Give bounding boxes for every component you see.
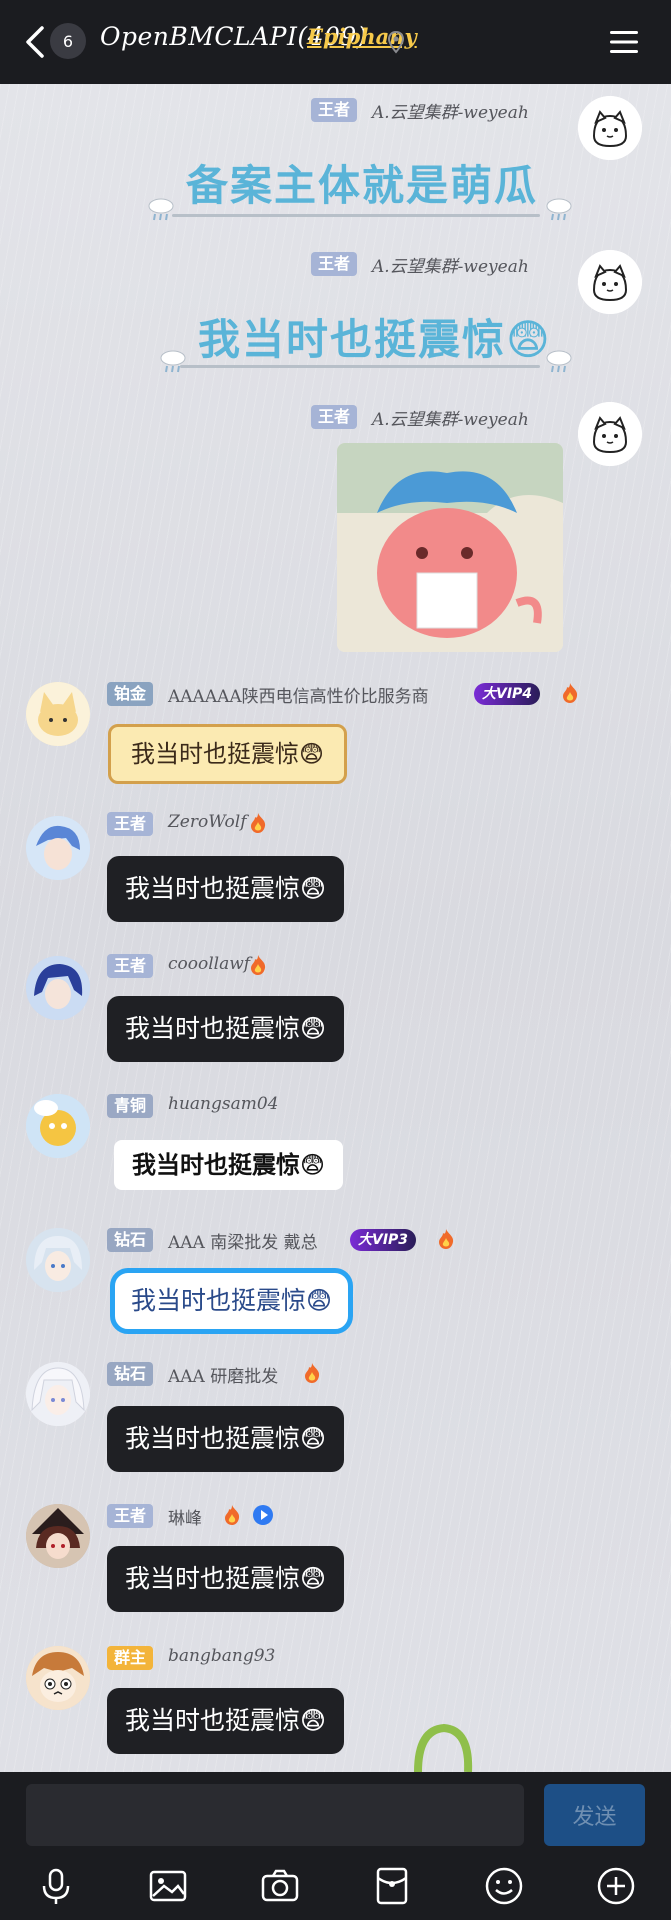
role-badge: 王者 (311, 98, 358, 122)
avatar[interactable] (26, 682, 90, 746)
message-underline (180, 365, 540, 368)
sender-name[interactable]: huangsam04 (168, 1094, 278, 1114)
avatar[interactable] (26, 1362, 90, 1426)
cloud-icon (546, 350, 572, 373)
role-badge: 青铜 (107, 1094, 154, 1118)
flame-icon (305, 1363, 320, 1383)
doge-avatar-icon (26, 1094, 90, 1158)
send-button[interactable]: 发送 (544, 1784, 645, 1846)
red-packet-icon[interactable] (370, 1864, 414, 1908)
chat-message-list[interactable]: 王者 A.云望集群-weyeah 备案主体就是萌瓜 王者 A.云望集群-weye… (0, 84, 671, 1772)
pink-cat-sticker-icon (337, 443, 563, 652)
role-badge: 钻石 (107, 1362, 154, 1386)
sender-name[interactable]: 琳峰 (168, 1504, 202, 1529)
leaf-decoration-icon (414, 1724, 473, 1772)
cat-avatar-icon (578, 250, 642, 314)
message-bubble[interactable]: 我当时也挺震惊😨 (107, 1688, 345, 1754)
role-badge: 铂金 (107, 682, 154, 706)
sticker-image[interactable] (337, 443, 563, 652)
avatar[interactable] (26, 956, 90, 1020)
sender-name[interactable]: A.云望集群-weyeah (372, 252, 529, 277)
plus-icon[interactable] (594, 1864, 638, 1908)
fox-avatar-icon (26, 682, 90, 746)
cloud-icon (546, 198, 572, 221)
message-text[interactable]: 我当时也挺震惊😨 (198, 306, 552, 367)
sender-name[interactable]: A.云望集群-weyeah (372, 405, 529, 430)
cloud-icon (148, 198, 174, 221)
message-bubble[interactable]: 我当时也挺震惊😨 (108, 724, 348, 784)
role-badge: 王者 (107, 954, 154, 978)
avatar[interactable] (26, 1646, 90, 1710)
play-icon (253, 1505, 273, 1525)
anime-avatar-icon (26, 956, 90, 1020)
flame-icon (225, 1505, 240, 1525)
sender-name[interactable]: AAA 研磨批发 (168, 1362, 278, 1387)
message-bubble[interactable]: 我当时也挺震惊😨 (107, 1546, 345, 1612)
sender-name[interactable]: AAA 南梁批发 戴总 (168, 1228, 318, 1253)
message-underline (172, 214, 540, 217)
message-bubble[interactable]: 我当时也挺震惊😨 (107, 996, 345, 1062)
avatar[interactable] (26, 816, 90, 880)
avatar[interactable] (26, 1228, 90, 1292)
message-bubble[interactable]: 我当时也挺震惊😨 (114, 1140, 344, 1190)
role-badge: 王者 (311, 405, 358, 429)
avatar[interactable] (26, 1504, 90, 1568)
unread-count-badge[interactable]: 6 (50, 23, 86, 59)
anime-avatar-icon (26, 816, 90, 880)
message-bubble[interactable]: 我当时也挺震惊😨 (110, 1268, 354, 1334)
sender-name[interactable]: A.云望集群-weyeah (372, 98, 529, 123)
avatar[interactable] (578, 402, 642, 466)
sender-name[interactable]: bangbang93 (168, 1646, 275, 1666)
flame-icon (251, 955, 266, 975)
message-input[interactable] (26, 1784, 524, 1846)
vip-badge: 大VIP4 (474, 683, 541, 705)
sender-name[interactable]: cooollawf (168, 954, 250, 974)
avatar[interactable] (578, 96, 642, 160)
cloud-icon (160, 350, 186, 373)
flame-icon (563, 683, 578, 703)
flame-icon (251, 813, 266, 833)
message-bubble[interactable]: 我当时也挺震惊😨 (107, 1406, 345, 1472)
role-badge: 钻石 (107, 1228, 154, 1252)
vip-badge: 大VIP3 (350, 1229, 417, 1251)
chat-header: 6 OpenBMCLAPI(409) Epiphany (0, 0, 671, 84)
avatar[interactable] (578, 250, 642, 314)
mic-icon[interactable] (34, 1864, 78, 1908)
sender-name[interactable]: ZeroWolf (168, 812, 247, 832)
sender-name[interactable]: AAAAAA陕西电信高性价比服务商 (168, 682, 429, 707)
message-bubble[interactable]: 我当时也挺震惊😨 (107, 856, 345, 922)
anime-avatar-icon (26, 1504, 90, 1568)
avatar[interactable] (26, 1094, 90, 1158)
role-badge: 王者 (311, 252, 358, 276)
role-badge: 王者 (107, 812, 154, 836)
input-bar: 发送 (0, 1772, 671, 1920)
anime-avatar-icon (26, 1362, 90, 1426)
emoji-icon[interactable] (482, 1864, 526, 1908)
role-badge: 王者 (107, 1504, 154, 1528)
cat-avatar-icon (578, 96, 642, 160)
meme-avatar-icon (26, 1646, 90, 1710)
back-icon[interactable] (22, 24, 48, 60)
menu-icon[interactable] (608, 28, 640, 56)
message-text[interactable]: 备案主体就是萌瓜 (186, 152, 538, 213)
role-badge: 群主 (107, 1646, 154, 1670)
camera-icon[interactable] (258, 1864, 302, 1908)
flame-icon (439, 1229, 454, 1249)
anime-avatar-icon (26, 1228, 90, 1292)
location-pin-icon (387, 30, 405, 54)
image-icon[interactable] (146, 1864, 190, 1908)
cat-avatar-icon (578, 402, 642, 466)
